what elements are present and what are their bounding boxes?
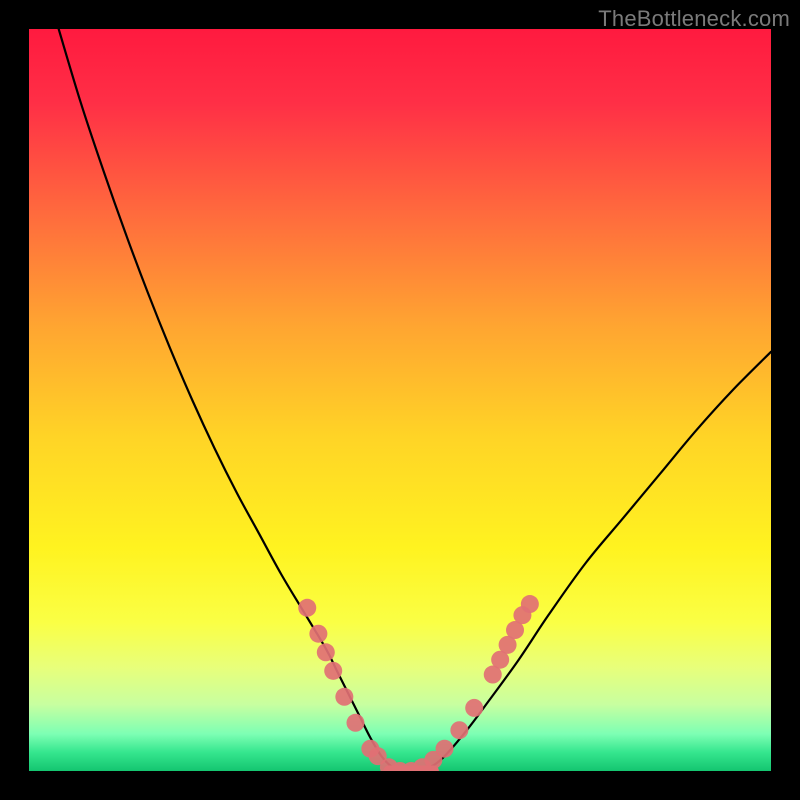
scatter-point: [521, 595, 539, 613]
scatter-point: [335, 688, 353, 706]
scatter-point: [436, 740, 454, 758]
gradient-bg: [29, 29, 771, 771]
scatter-point: [465, 699, 483, 717]
scatter-point: [324, 662, 342, 680]
plot-area: [29, 29, 771, 771]
plot-svg: [29, 29, 771, 771]
scatter-point: [298, 599, 316, 617]
scatter-point: [309, 625, 327, 643]
scatter-point: [317, 643, 335, 661]
scatter-point: [346, 714, 364, 732]
scatter-point: [450, 721, 468, 739]
chart-frame: TheBottleneck.com: [0, 0, 800, 800]
